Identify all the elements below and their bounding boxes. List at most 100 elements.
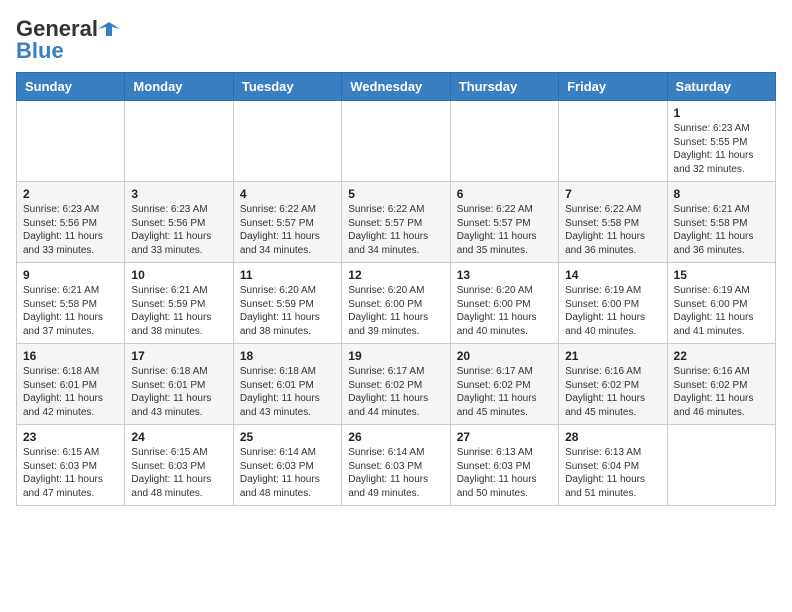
day-number: 6 <box>457 187 552 201</box>
calendar-cell: 21 Sunrise: 6:16 AM Sunset: 6:02 PM Dayli… <box>559 344 667 425</box>
calendar-table: SundayMondayTuesdayWednesdayThursdayFrid… <box>16 72 776 506</box>
calendar-cell: 28 Sunrise: 6:13 AM Sunset: 6:04 PM Dayli… <box>559 425 667 506</box>
calendar-week-row: 23 Sunrise: 6:15 AM Sunset: 6:03 PM Dayli… <box>17 425 776 506</box>
calendar-week-row: 2 Sunrise: 6:23 AM Sunset: 5:56 PM Daylig… <box>17 182 776 263</box>
day-number: 20 <box>457 349 552 363</box>
calendar-cell: 19 Sunrise: 6:17 AM Sunset: 6:02 PM Dayli… <box>342 344 450 425</box>
calendar-cell: 26 Sunrise: 6:14 AM Sunset: 6:03 PM Dayli… <box>342 425 450 506</box>
day-info: Sunrise: 6:20 AM Sunset: 6:00 PM Dayligh… <box>457 284 552 338</box>
calendar-cell <box>17 101 125 182</box>
calendar-week-row: 1 Sunrise: 6:23 AM Sunset: 5:55 PM Daylig… <box>17 101 776 182</box>
day-info: Sunrise: 6:21 AM Sunset: 5:59 PM Dayligh… <box>131 284 226 338</box>
calendar-cell: 18 Sunrise: 6:18 AM Sunset: 6:01 PM Dayli… <box>233 344 341 425</box>
calendar-cell <box>667 425 775 506</box>
day-number: 10 <box>131 268 226 282</box>
calendar-cell <box>559 101 667 182</box>
day-number: 15 <box>674 268 769 282</box>
day-info: Sunrise: 6:20 AM Sunset: 6:00 PM Dayligh… <box>348 284 443 338</box>
day-number: 22 <box>674 349 769 363</box>
day-number: 12 <box>348 268 443 282</box>
calendar-cell <box>125 101 233 182</box>
day-number: 2 <box>23 187 118 201</box>
day-info: Sunrise: 6:22 AM Sunset: 5:57 PM Dayligh… <box>348 203 443 257</box>
day-number: 1 <box>674 106 769 120</box>
logo-blue: Blue <box>16 38 64 64</box>
day-info: Sunrise: 6:23 AM Sunset: 5:56 PM Dayligh… <box>131 203 226 257</box>
calendar-week-row: 16 Sunrise: 6:18 AM Sunset: 6:01 PM Dayli… <box>17 344 776 425</box>
calendar-cell: 4 Sunrise: 6:22 AM Sunset: 5:57 PM Daylig… <box>233 182 341 263</box>
logo: General Blue <box>16 16 120 64</box>
calendar-cell: 17 Sunrise: 6:18 AM Sunset: 6:01 PM Dayli… <box>125 344 233 425</box>
day-info: Sunrise: 6:17 AM Sunset: 6:02 PM Dayligh… <box>457 365 552 419</box>
day-info: Sunrise: 6:13 AM Sunset: 6:03 PM Dayligh… <box>457 446 552 500</box>
page-header: General Blue <box>16 16 776 64</box>
calendar-cell: 2 Sunrise: 6:23 AM Sunset: 5:56 PM Daylig… <box>17 182 125 263</box>
calendar-cell: 14 Sunrise: 6:19 AM Sunset: 6:00 PM Dayli… <box>559 263 667 344</box>
day-info: Sunrise: 6:18 AM Sunset: 6:01 PM Dayligh… <box>240 365 335 419</box>
day-info: Sunrise: 6:21 AM Sunset: 5:58 PM Dayligh… <box>23 284 118 338</box>
day-info: Sunrise: 6:18 AM Sunset: 6:01 PM Dayligh… <box>131 365 226 419</box>
day-info: Sunrise: 6:19 AM Sunset: 6:00 PM Dayligh… <box>565 284 660 338</box>
calendar-cell: 1 Sunrise: 6:23 AM Sunset: 5:55 PM Daylig… <box>667 101 775 182</box>
day-info: Sunrise: 6:14 AM Sunset: 6:03 PM Dayligh… <box>240 446 335 500</box>
day-number: 18 <box>240 349 335 363</box>
day-info: Sunrise: 6:14 AM Sunset: 6:03 PM Dayligh… <box>348 446 443 500</box>
day-info: Sunrise: 6:23 AM Sunset: 5:56 PM Dayligh… <box>23 203 118 257</box>
day-number: 11 <box>240 268 335 282</box>
calendar-cell: 27 Sunrise: 6:13 AM Sunset: 6:03 PM Dayli… <box>450 425 558 506</box>
day-info: Sunrise: 6:16 AM Sunset: 6:02 PM Dayligh… <box>674 365 769 419</box>
day-number: 19 <box>348 349 443 363</box>
day-number: 23 <box>23 430 118 444</box>
weekday-header-sunday: Sunday <box>17 73 125 101</box>
day-number: 4 <box>240 187 335 201</box>
calendar-cell: 12 Sunrise: 6:20 AM Sunset: 6:00 PM Dayli… <box>342 263 450 344</box>
calendar-cell: 25 Sunrise: 6:14 AM Sunset: 6:03 PM Dayli… <box>233 425 341 506</box>
calendar-cell <box>450 101 558 182</box>
calendar-cell: 7Sunrise: 6:22 AM Sunset: 5:58 PM Daylig… <box>559 182 667 263</box>
calendar-cell <box>233 101 341 182</box>
day-info: Sunrise: 6:22 AM Sunset: 5:57 PM Dayligh… <box>240 203 335 257</box>
calendar-cell: 3Sunrise: 6:23 AM Sunset: 5:56 PM Daylig… <box>125 182 233 263</box>
calendar-cell: 20 Sunrise: 6:17 AM Sunset: 6:02 PM Dayli… <box>450 344 558 425</box>
day-number: 24 <box>131 430 226 444</box>
calendar-cell: 5 Sunrise: 6:22 AM Sunset: 5:57 PM Daylig… <box>342 182 450 263</box>
day-number: 26 <box>348 430 443 444</box>
day-info: Sunrise: 6:22 AM Sunset: 5:57 PM Dayligh… <box>457 203 552 257</box>
day-number: 25 <box>240 430 335 444</box>
day-info: Sunrise: 6:15 AM Sunset: 6:03 PM Dayligh… <box>23 446 118 500</box>
day-info: Sunrise: 6:17 AM Sunset: 6:02 PM Dayligh… <box>348 365 443 419</box>
calendar-cell: 24 Sunrise: 6:15 AM Sunset: 6:03 PM Dayli… <box>125 425 233 506</box>
weekday-header-friday: Friday <box>559 73 667 101</box>
day-number: 28 <box>565 430 660 444</box>
calendar-cell: 13 Sunrise: 6:20 AM Sunset: 6:00 PM Dayli… <box>450 263 558 344</box>
day-number: 13 <box>457 268 552 282</box>
calendar-cell: 22 Sunrise: 6:16 AM Sunset: 6:02 PM Dayli… <box>667 344 775 425</box>
calendar-week-row: 9 Sunrise: 6:21 AM Sunset: 5:58 PM Daylig… <box>17 263 776 344</box>
weekday-header-tuesday: Tuesday <box>233 73 341 101</box>
day-number: 9 <box>23 268 118 282</box>
weekday-header-thursday: Thursday <box>450 73 558 101</box>
weekday-header-monday: Monday <box>125 73 233 101</box>
day-number: 27 <box>457 430 552 444</box>
day-number: 17 <box>131 349 226 363</box>
calendar-header-row: SundayMondayTuesdayWednesdayThursdayFrid… <box>17 73 776 101</box>
day-number: 16 <box>23 349 118 363</box>
calendar-cell: 6 Sunrise: 6:22 AM Sunset: 5:57 PM Daylig… <box>450 182 558 263</box>
calendar-cell: 23 Sunrise: 6:15 AM Sunset: 6:03 PM Dayli… <box>17 425 125 506</box>
day-number: 5 <box>348 187 443 201</box>
weekday-header-saturday: Saturday <box>667 73 775 101</box>
day-number: 8 <box>674 187 769 201</box>
day-info: Sunrise: 6:13 AM Sunset: 6:04 PM Dayligh… <box>565 446 660 500</box>
calendar-cell: 9 Sunrise: 6:21 AM Sunset: 5:58 PM Daylig… <box>17 263 125 344</box>
day-info: Sunrise: 6:15 AM Sunset: 6:03 PM Dayligh… <box>131 446 226 500</box>
calendar-cell: 15Sunrise: 6:19 AM Sunset: 6:00 PM Dayli… <box>667 263 775 344</box>
day-info: Sunrise: 6:23 AM Sunset: 5:55 PM Dayligh… <box>674 122 769 176</box>
day-info: Sunrise: 6:18 AM Sunset: 6:01 PM Dayligh… <box>23 365 118 419</box>
calendar-cell: 11Sunrise: 6:20 AM Sunset: 5:59 PM Dayli… <box>233 263 341 344</box>
day-number: 21 <box>565 349 660 363</box>
day-number: 14 <box>565 268 660 282</box>
day-number: 7 <box>565 187 660 201</box>
logo-bird-icon <box>98 18 120 40</box>
calendar-cell: 8Sunrise: 6:21 AM Sunset: 5:58 PM Daylig… <box>667 182 775 263</box>
day-info: Sunrise: 6:16 AM Sunset: 6:02 PM Dayligh… <box>565 365 660 419</box>
